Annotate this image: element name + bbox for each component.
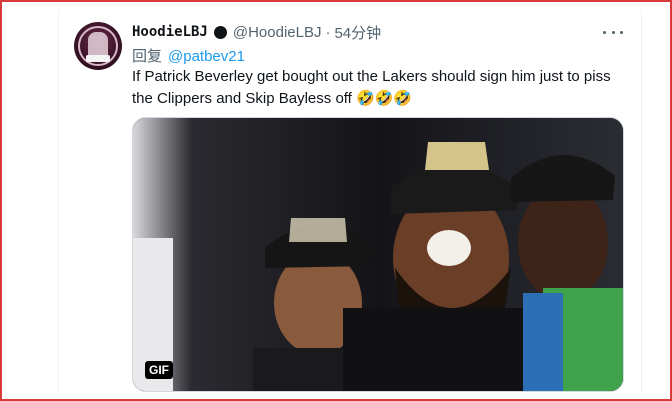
more-options-icon[interactable] bbox=[603, 24, 623, 40]
profile-avatar[interactable] bbox=[74, 22, 122, 70]
more-dot bbox=[611, 30, 615, 34]
display-name[interactable]: HoodieLBJ bbox=[132, 24, 208, 40]
tweet-media-gif[interactable] bbox=[132, 117, 624, 392]
reply-mention-link[interactable]: @patbev21 bbox=[168, 48, 245, 65]
more-dot bbox=[603, 30, 606, 34]
separator-dot: · bbox=[325, 23, 331, 41]
reply-prefix: 回复 bbox=[132, 48, 163, 65]
tweet-text: If Patrick Beverley get bought out the L… bbox=[132, 68, 611, 107]
tweet-header: HoodieLBJ @HoodieLBJ · 54分钟 bbox=[132, 22, 381, 42]
more-dot bbox=[620, 30, 623, 34]
gif-badge: GIF bbox=[145, 361, 173, 379]
avatar-badge bbox=[86, 55, 110, 62]
reply-context: 回复 @patbev21 bbox=[132, 45, 245, 66]
user-handle[interactable]: @HoodieLBJ bbox=[233, 24, 322, 41]
tweet-timestamp[interactable]: 54分钟 bbox=[334, 22, 381, 43]
gif-frame-image bbox=[133, 118, 623, 391]
verified-badge-icon bbox=[213, 25, 227, 39]
